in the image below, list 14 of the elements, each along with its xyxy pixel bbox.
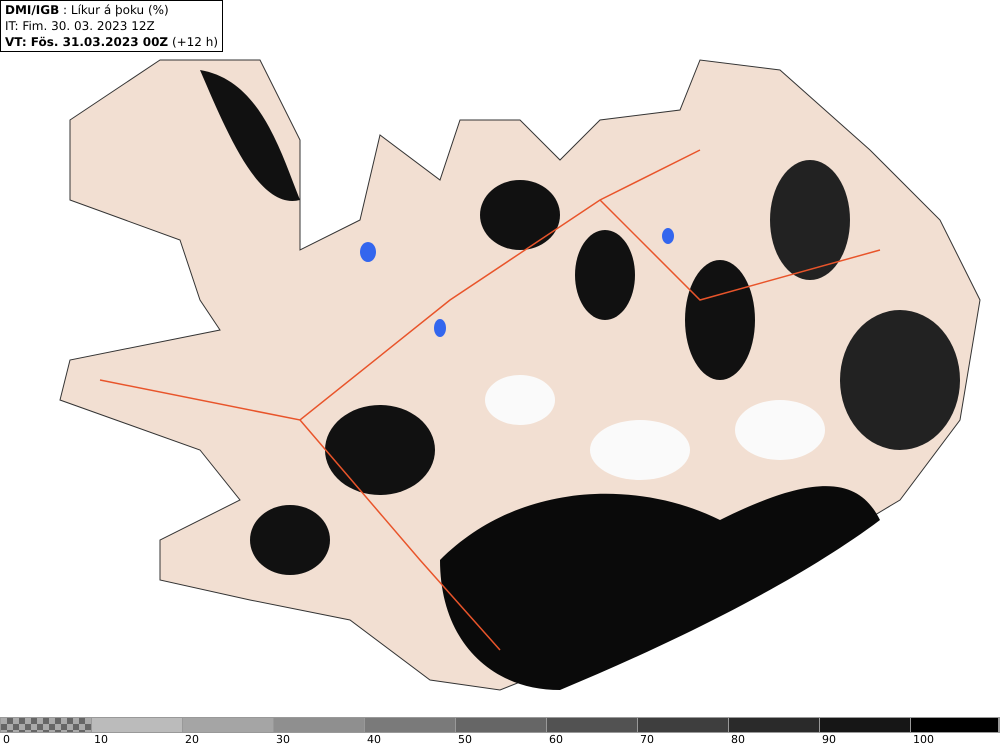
legend-tick-label: 90 <box>821 733 836 747</box>
legend-tick-label: 50 <box>457 733 472 747</box>
legend-tick-label: 20 <box>184 733 199 747</box>
legend-tick-label: 100 <box>912 733 934 747</box>
issue-time: IT: Fim. 30. 03. 2023 12Z <box>5 18 156 34</box>
map-title: DMI/IGB : Líkur á þoku (%) <box>5 2 170 18</box>
legend-tick-label: 80 <box>730 733 745 747</box>
valid-time: VT: Fös. 31.03.2023 00Z (+12 h) <box>5 34 218 50</box>
legend-tick-label: 60 <box>548 733 563 747</box>
legend-tick-label: 10 <box>93 733 108 747</box>
legend-tick-label: 40 <box>366 733 381 747</box>
legend-tick-label: 70 <box>639 733 654 747</box>
legend-tick-label: 0 <box>2 733 10 747</box>
legend-tick-label: 30 <box>275 733 290 747</box>
